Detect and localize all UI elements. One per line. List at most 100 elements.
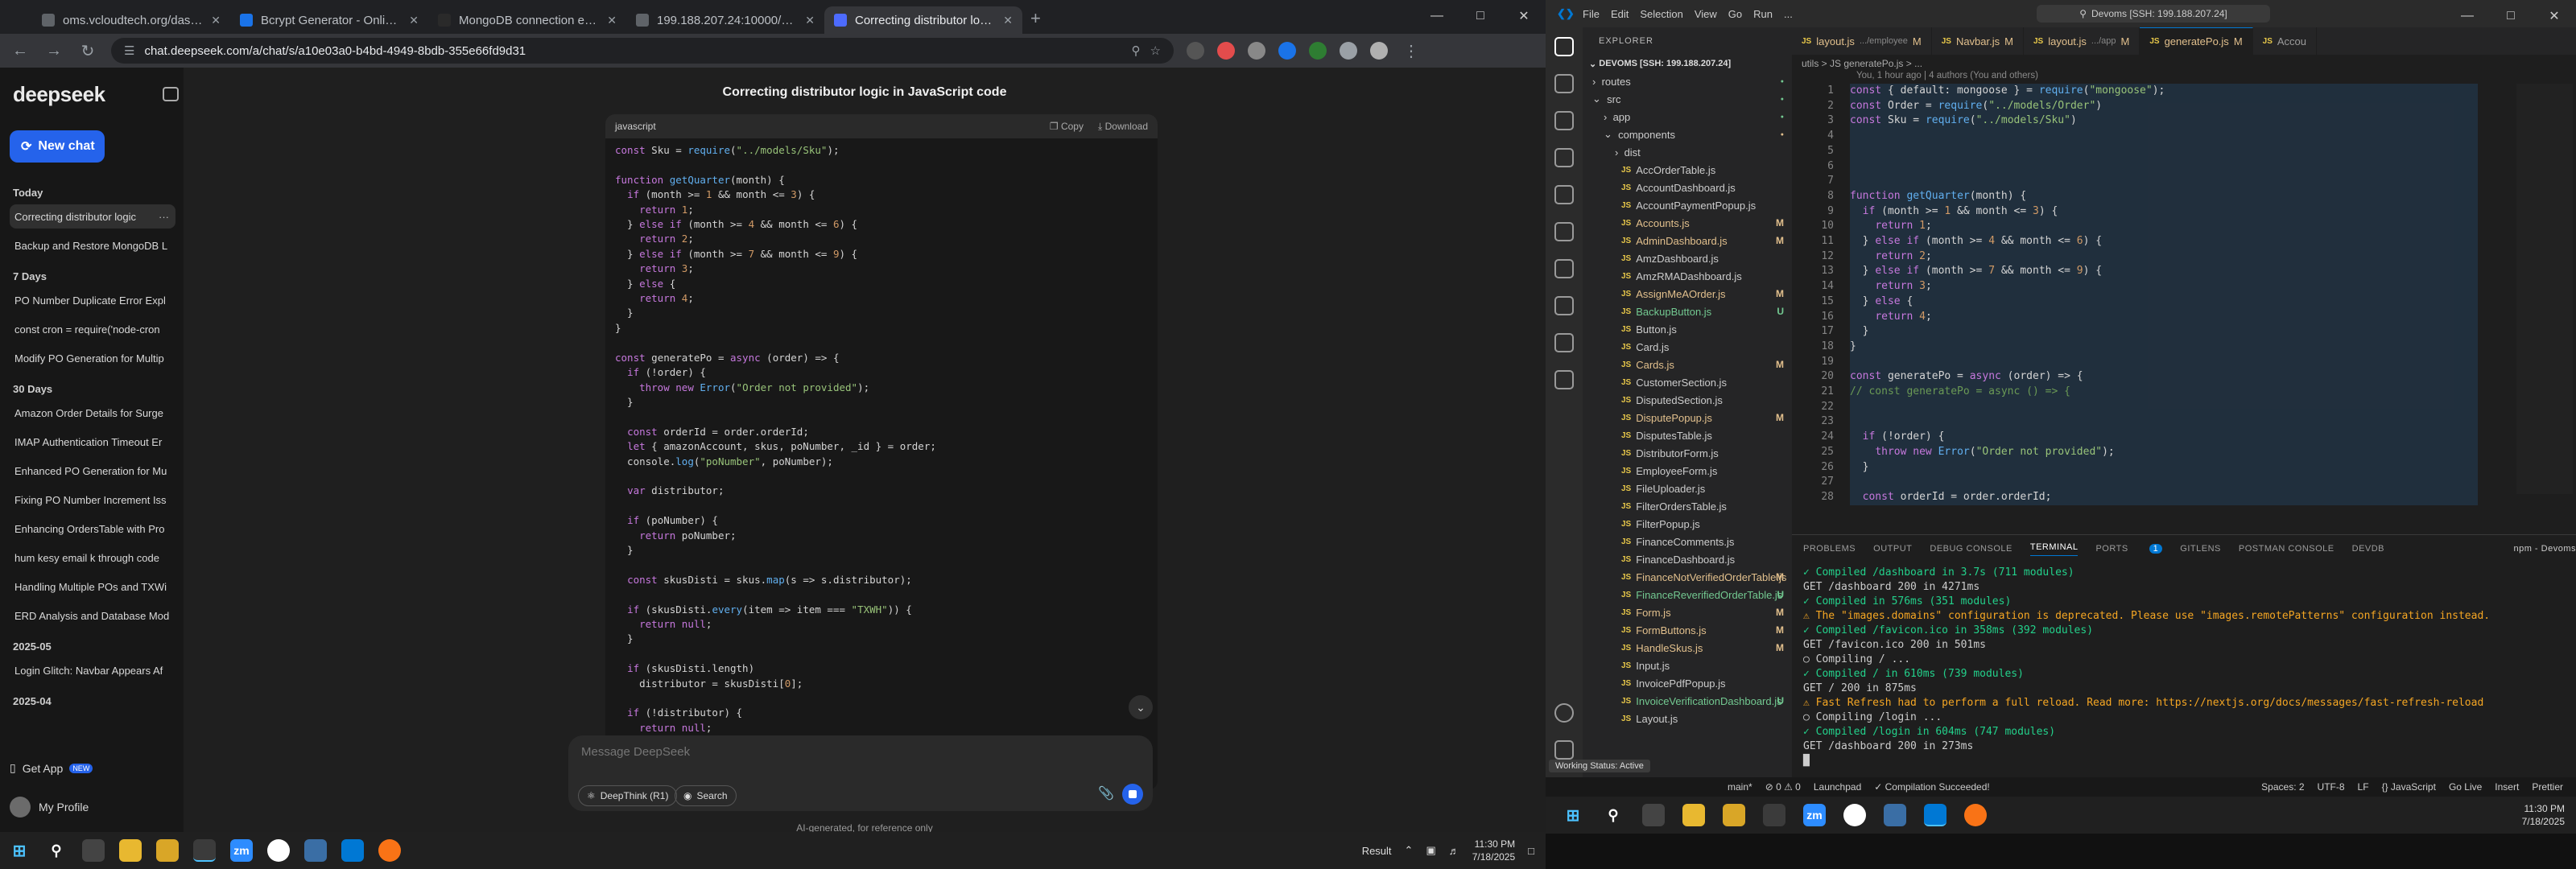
remote-explorer-icon[interactable] (1554, 222, 1574, 241)
file-row[interactable]: JS AssignMeAOrder.js M (1583, 285, 1792, 303)
editor-tab[interactable]: JS generatePo.js M (2140, 27, 2253, 55)
menu-item[interactable]: Edit (1611, 8, 1629, 20)
file-row[interactable]: JS Cards.js M (1583, 356, 1792, 373)
more-options-icon[interactable]: ··· (159, 211, 169, 223)
file-row[interactable]: JS DistributorForm.js (1583, 444, 1792, 462)
app-icon[interactable] (1884, 804, 1906, 826)
store-icon[interactable] (1723, 804, 1745, 826)
history-item[interactable]: Amazon Order Details for Surge (10, 401, 175, 425)
right-clock[interactable]: 11:30 PM 7/18/2025 (2522, 797, 2565, 834)
extension-icon[interactable] (1248, 42, 1265, 60)
menu-item[interactable]: File (1583, 8, 1600, 20)
file-row[interactable]: JS DisputedSection.js (1583, 391, 1792, 409)
github-icon[interactable] (1843, 804, 1866, 826)
panel-tab[interactable]: DEVDB (2352, 544, 2384, 554)
forward-arrow-icon[interactable]: → (43, 42, 64, 60)
reload-icon[interactable]: ↻ (77, 41, 98, 61)
status-item[interactable]: LF (2358, 781, 2369, 793)
zoom-icon[interactable]: ⚲ (1132, 43, 1141, 58)
accounts-icon[interactable] (1554, 703, 1574, 723)
postman-icon[interactable] (1554, 296, 1574, 315)
search-toggle[interactable]: ◉ Search (675, 785, 737, 806)
gitlens-icon[interactable] (1554, 259, 1574, 278)
file-row[interactable]: JS FilterOrdersTable.js (1583, 497, 1792, 515)
task-view-icon[interactable] (82, 839, 105, 862)
editor-tab[interactable]: JS layout.js .../employee M (1792, 27, 1932, 55)
file-row[interactable]: JS HandleSkus.js M (1583, 639, 1792, 657)
copy-button[interactable]: ❐ Copy (1050, 121, 1084, 132)
postman-icon[interactable] (378, 839, 401, 862)
command-center[interactable]: ⚲ Devoms [SSH: 199.188.207.24] (2037, 5, 2270, 23)
file-row[interactable]: JS FinanceDashboard.js (1583, 550, 1792, 568)
vscode-icon[interactable] (341, 839, 364, 862)
file-explorer-icon[interactable] (1682, 804, 1705, 826)
app-icon[interactable] (304, 839, 327, 862)
file-row[interactable]: JS FileUploader.js (1583, 480, 1792, 497)
editor-tab[interactable]: JS Accou (2253, 27, 2318, 55)
file-row[interactable]: JS Input.js (1583, 657, 1792, 674)
extension-icon[interactable] (1309, 42, 1327, 60)
status-item[interactable]: UTF-8 (2318, 781, 2345, 793)
minimap[interactable] (2516, 84, 2573, 494)
scroll-down-button[interactable]: ⌄ (1129, 695, 1153, 719)
file-row[interactable]: JS Accounts.js M (1583, 214, 1792, 232)
file-row[interactable]: JS AccountDashboard.js (1583, 179, 1792, 196)
omnibox[interactable]: ☰ chat.deepseek.com/a/chat/s/a10e03a0-b4… (111, 38, 1174, 64)
chrome-tab[interactable]: 199.188.207.24:10000/dashboard ✕ (626, 6, 824, 34)
history-item[interactable]: Enhanced PO Generation for Mu (10, 459, 175, 483)
history-item[interactable]: const cron = require('node-cron (10, 317, 175, 341)
file-row[interactable]: JS DisputePopup.js M (1583, 409, 1792, 426)
file-row[interactable]: JS DisputesTable.js (1583, 426, 1792, 444)
task-view-icon[interactable] (1642, 804, 1665, 826)
chevron-up-icon[interactable]: ⌃ (1405, 844, 1414, 857)
menu-item[interactable]: View (1695, 8, 1717, 20)
panel-tab[interactable]: PROBLEMS (1803, 544, 1856, 554)
folder-row[interactable]: › app ● (1583, 108, 1792, 126)
new-chat-button[interactable]: ⟳ New chat (10, 130, 105, 163)
close-tab-icon[interactable]: ✕ (607, 14, 617, 27)
extensions-icon[interactable] (1554, 185, 1574, 204)
file-row[interactable]: JS AccountPaymentPopup.js (1583, 196, 1792, 214)
file-row[interactable]: JS AdminDashboard.js M (1583, 232, 1792, 249)
panel-tab[interactable]: OUTPUT (1873, 544, 1912, 554)
collapse-sidebar-icon[interactable] (163, 87, 179, 101)
github-icon[interactable] (267, 839, 290, 862)
history-item[interactable]: Fixing PO Number Increment Iss (10, 488, 175, 512)
terminal-selector[interactable]: npm - Devoms (2513, 544, 2576, 554)
profile-button[interactable]: My Profile (10, 797, 89, 818)
message-input[interactable] (581, 745, 1064, 759)
chrome-tab[interactable]: MongoDB connection error fix ✕ (428, 6, 626, 34)
status-item[interactable]: {} JavaScript (2382, 781, 2436, 793)
profile-avatar[interactable] (1370, 42, 1388, 60)
get-app-button[interactable]: ▯ Get App NEW (10, 761, 93, 775)
new-tab-button[interactable]: + (1030, 8, 1041, 29)
history-item[interactable]: PO Number Duplicate Error Expl (10, 288, 175, 312)
windows-start-icon[interactable]: ⊞ (8, 839, 31, 862)
file-row[interactable]: JS AmzRMADashboard.js (1583, 267, 1792, 285)
deepthink-toggle[interactable]: ⚛ DeepThink (R1) (578, 785, 678, 806)
status-item[interactable]: main* (1728, 781, 1752, 793)
editor-tab[interactable]: JS layout.js .../app M (2024, 27, 2140, 55)
database-icon[interactable] (1554, 370, 1574, 389)
panel-tab[interactable]: POSTMAN CONSOLE (2239, 544, 2334, 554)
file-row[interactable]: JS Form.js M (1583, 603, 1792, 621)
file-row[interactable]: JS BackupButton.js U (1583, 303, 1792, 320)
panel-tab[interactable]: GITLENS (2180, 544, 2221, 554)
chrome-tab[interactable]: Correcting distributor logic in Ja ✕ (824, 6, 1022, 34)
file-row[interactable]: JS EmployeeForm.js (1583, 462, 1792, 480)
weather-widget[interactable]: Result (1362, 845, 1392, 857)
folder-row[interactable]: ⌄ components ● (1583, 126, 1792, 143)
file-row[interactable]: JS AccOrderTable.js (1583, 161, 1792, 179)
minimize-icon[interactable]: — (1415, 0, 1459, 32)
code-editor[interactable]: 1 2 3 4 5 6 7 8 9 10 11 12 13 14 15 16 17 18 19 20 21 22 23 24 2… (1792, 84, 2576, 534)
close-tab-icon[interactable]: ✕ (211, 14, 221, 27)
menu-item[interactable]: ... (1784, 8, 1793, 20)
close-tab-icon[interactable]: ✕ (409, 14, 419, 27)
history-item[interactable]: Modify PO Generation for Multip (10, 346, 175, 370)
chrome-menu-icon[interactable]: ⋮ (1401, 41, 1422, 61)
chrome-icon[interactable] (1763, 804, 1785, 826)
status-item[interactable]: Go Live (2449, 781, 2482, 793)
file-row[interactable]: JS Button.js (1583, 320, 1792, 338)
history-item[interactable]: Correcting distributor logic ··· (10, 204, 175, 229)
file-row[interactable]: JS CustomerSection.js (1583, 373, 1792, 391)
